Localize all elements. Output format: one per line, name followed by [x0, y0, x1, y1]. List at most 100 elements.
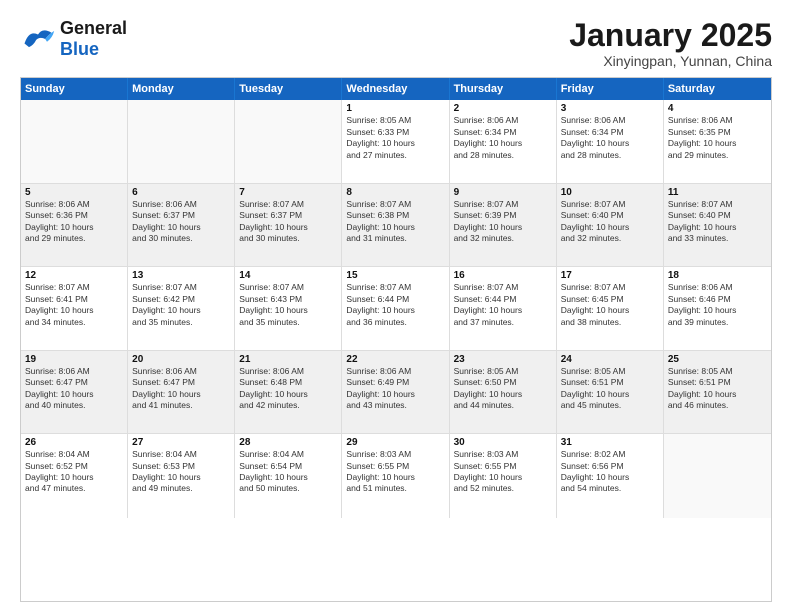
day-info: Sunrise: 8:06 AM Sunset: 6:48 PM Dayligh…: [239, 366, 337, 412]
header-day-tuesday: Tuesday: [235, 78, 342, 100]
empty-cell: [128, 100, 235, 182]
day-cell-13: 13Sunrise: 8:07 AM Sunset: 6:42 PM Dayli…: [128, 267, 235, 349]
empty-cell: [235, 100, 342, 182]
day-cell-8: 8Sunrise: 8:07 AM Sunset: 6:38 PM Daylig…: [342, 184, 449, 266]
day-cell-22: 22Sunrise: 8:06 AM Sunset: 6:49 PM Dayli…: [342, 351, 449, 433]
day-cell-25: 25Sunrise: 8:05 AM Sunset: 6:51 PM Dayli…: [664, 351, 771, 433]
day-number: 21: [239, 354, 337, 365]
day-cell-3: 3Sunrise: 8:06 AM Sunset: 6:34 PM Daylig…: [557, 100, 664, 182]
day-info: Sunrise: 8:02 AM Sunset: 6:56 PM Dayligh…: [561, 449, 659, 495]
day-number: 29: [346, 437, 444, 448]
day-info: Sunrise: 8:07 AM Sunset: 6:44 PM Dayligh…: [454, 282, 552, 328]
day-info: Sunrise: 8:06 AM Sunset: 6:47 PM Dayligh…: [25, 366, 123, 412]
title-block: January 2025 Xinyingpan, Yunnan, China: [569, 18, 772, 69]
day-number: 11: [668, 187, 767, 198]
calendar: SundayMondayTuesdayWednesdayThursdayFrid…: [20, 77, 772, 602]
day-info: Sunrise: 8:06 AM Sunset: 6:47 PM Dayligh…: [132, 366, 230, 412]
week-row-4: 19Sunrise: 8:06 AM Sunset: 6:47 PM Dayli…: [21, 351, 771, 434]
day-info: Sunrise: 8:06 AM Sunset: 6:34 PM Dayligh…: [561, 115, 659, 161]
day-number: 7: [239, 187, 337, 198]
day-cell-23: 23Sunrise: 8:05 AM Sunset: 6:50 PM Dayli…: [450, 351, 557, 433]
day-number: 14: [239, 270, 337, 281]
empty-cell: [21, 100, 128, 182]
header-day-saturday: Saturday: [664, 78, 771, 100]
day-info: Sunrise: 8:06 AM Sunset: 6:37 PM Dayligh…: [132, 199, 230, 245]
day-info: Sunrise: 8:07 AM Sunset: 6:37 PM Dayligh…: [239, 199, 337, 245]
week-row-2: 5Sunrise: 8:06 AM Sunset: 6:36 PM Daylig…: [21, 184, 771, 267]
header-day-friday: Friday: [557, 78, 664, 100]
day-cell-9: 9Sunrise: 8:07 AM Sunset: 6:39 PM Daylig…: [450, 184, 557, 266]
calendar-body: 1Sunrise: 8:05 AM Sunset: 6:33 PM Daylig…: [21, 100, 771, 601]
day-info: Sunrise: 8:07 AM Sunset: 6:40 PM Dayligh…: [668, 199, 767, 245]
month-title: January 2025: [569, 18, 772, 53]
day-info: Sunrise: 8:07 AM Sunset: 6:43 PM Dayligh…: [239, 282, 337, 328]
logo-text: General Blue: [60, 18, 127, 60]
day-cell-15: 15Sunrise: 8:07 AM Sunset: 6:44 PM Dayli…: [342, 267, 449, 349]
day-cell-7: 7Sunrise: 8:07 AM Sunset: 6:37 PM Daylig…: [235, 184, 342, 266]
day-info: Sunrise: 8:06 AM Sunset: 6:46 PM Dayligh…: [668, 282, 767, 328]
day-number: 1: [346, 103, 444, 114]
day-cell-16: 16Sunrise: 8:07 AM Sunset: 6:44 PM Dayli…: [450, 267, 557, 349]
header-day-sunday: Sunday: [21, 78, 128, 100]
day-number: 6: [132, 187, 230, 198]
day-info: Sunrise: 8:07 AM Sunset: 6:38 PM Dayligh…: [346, 199, 444, 245]
day-number: 31: [561, 437, 659, 448]
day-info: Sunrise: 8:05 AM Sunset: 6:51 PM Dayligh…: [561, 366, 659, 412]
week-row-5: 26Sunrise: 8:04 AM Sunset: 6:52 PM Dayli…: [21, 434, 771, 517]
day-cell-28: 28Sunrise: 8:04 AM Sunset: 6:54 PM Dayli…: [235, 434, 342, 517]
day-number: 28: [239, 437, 337, 448]
day-cell-29: 29Sunrise: 8:03 AM Sunset: 6:55 PM Dayli…: [342, 434, 449, 517]
day-number: 10: [561, 187, 659, 198]
day-info: Sunrise: 8:04 AM Sunset: 6:52 PM Dayligh…: [25, 449, 123, 495]
day-cell-4: 4Sunrise: 8:06 AM Sunset: 6:35 PM Daylig…: [664, 100, 771, 182]
day-info: Sunrise: 8:07 AM Sunset: 6:45 PM Dayligh…: [561, 282, 659, 328]
logo-icon: [20, 25, 56, 53]
day-info: Sunrise: 8:05 AM Sunset: 6:50 PM Dayligh…: [454, 366, 552, 412]
day-cell-17: 17Sunrise: 8:07 AM Sunset: 6:45 PM Dayli…: [557, 267, 664, 349]
day-info: Sunrise: 8:07 AM Sunset: 6:41 PM Dayligh…: [25, 282, 123, 328]
day-info: Sunrise: 8:05 AM Sunset: 6:33 PM Dayligh…: [346, 115, 444, 161]
week-row-1: 1Sunrise: 8:05 AM Sunset: 6:33 PM Daylig…: [21, 100, 771, 183]
day-number: 23: [454, 354, 552, 365]
empty-cell: [664, 434, 771, 517]
day-number: 12: [25, 270, 123, 281]
day-number: 9: [454, 187, 552, 198]
day-cell-31: 31Sunrise: 8:02 AM Sunset: 6:56 PM Dayli…: [557, 434, 664, 517]
day-cell-5: 5Sunrise: 8:06 AM Sunset: 6:36 PM Daylig…: [21, 184, 128, 266]
day-info: Sunrise: 8:06 AM Sunset: 6:35 PM Dayligh…: [668, 115, 767, 161]
day-cell-19: 19Sunrise: 8:06 AM Sunset: 6:47 PM Dayli…: [21, 351, 128, 433]
day-number: 13: [132, 270, 230, 281]
header: General Blue January 2025 Xinyingpan, Yu…: [20, 18, 772, 69]
day-info: Sunrise: 8:03 AM Sunset: 6:55 PM Dayligh…: [346, 449, 444, 495]
day-cell-24: 24Sunrise: 8:05 AM Sunset: 6:51 PM Dayli…: [557, 351, 664, 433]
day-info: Sunrise: 8:07 AM Sunset: 6:44 PM Dayligh…: [346, 282, 444, 328]
day-cell-30: 30Sunrise: 8:03 AM Sunset: 6:55 PM Dayli…: [450, 434, 557, 517]
header-day-monday: Monday: [128, 78, 235, 100]
day-number: 15: [346, 270, 444, 281]
day-info: Sunrise: 8:07 AM Sunset: 6:42 PM Dayligh…: [132, 282, 230, 328]
day-info: Sunrise: 8:03 AM Sunset: 6:55 PM Dayligh…: [454, 449, 552, 495]
day-number: 25: [668, 354, 767, 365]
day-cell-11: 11Sunrise: 8:07 AM Sunset: 6:40 PM Dayli…: [664, 184, 771, 266]
logo: General Blue: [20, 18, 127, 60]
location-title: Xinyingpan, Yunnan, China: [569, 53, 772, 69]
day-number: 24: [561, 354, 659, 365]
day-number: 30: [454, 437, 552, 448]
page: General Blue January 2025 Xinyingpan, Yu…: [0, 0, 792, 612]
day-cell-14: 14Sunrise: 8:07 AM Sunset: 6:43 PM Dayli…: [235, 267, 342, 349]
day-cell-1: 1Sunrise: 8:05 AM Sunset: 6:33 PM Daylig…: [342, 100, 449, 182]
header-day-thursday: Thursday: [450, 78, 557, 100]
day-info: Sunrise: 8:07 AM Sunset: 6:40 PM Dayligh…: [561, 199, 659, 245]
day-cell-20: 20Sunrise: 8:06 AM Sunset: 6:47 PM Dayli…: [128, 351, 235, 433]
day-info: Sunrise: 8:06 AM Sunset: 6:49 PM Dayligh…: [346, 366, 444, 412]
day-number: 27: [132, 437, 230, 448]
day-cell-10: 10Sunrise: 8:07 AM Sunset: 6:40 PM Dayli…: [557, 184, 664, 266]
day-info: Sunrise: 8:06 AM Sunset: 6:36 PM Dayligh…: [25, 199, 123, 245]
day-cell-18: 18Sunrise: 8:06 AM Sunset: 6:46 PM Dayli…: [664, 267, 771, 349]
week-row-3: 12Sunrise: 8:07 AM Sunset: 6:41 PM Dayli…: [21, 267, 771, 350]
calendar-header: SundayMondayTuesdayWednesdayThursdayFrid…: [21, 78, 771, 100]
day-cell-21: 21Sunrise: 8:06 AM Sunset: 6:48 PM Dayli…: [235, 351, 342, 433]
day-number: 20: [132, 354, 230, 365]
day-cell-27: 27Sunrise: 8:04 AM Sunset: 6:53 PM Dayli…: [128, 434, 235, 517]
day-cell-12: 12Sunrise: 8:07 AM Sunset: 6:41 PM Dayli…: [21, 267, 128, 349]
